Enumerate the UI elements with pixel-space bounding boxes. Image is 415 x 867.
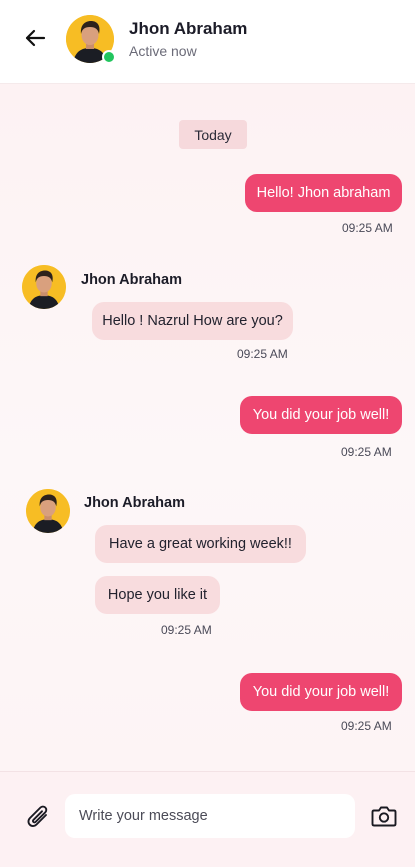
- sender-name: Jhon Abraham: [81, 272, 182, 288]
- person-avatar-icon: [22, 265, 66, 309]
- person-avatar-icon: [26, 489, 70, 533]
- avatar[interactable]: [26, 489, 70, 533]
- message-composer: [0, 771, 415, 867]
- avatar[interactable]: [22, 265, 66, 309]
- message-list[interactable]: Today Hello! Jhon abraham 09:25 AM Jhon …: [0, 83, 415, 771]
- message-time: 09:25 AM: [237, 347, 288, 361]
- incoming-message-bubble[interactable]: Hello ! Nazrul How are you?: [92, 302, 293, 340]
- incoming-message-bubble[interactable]: Hope you like it: [95, 576, 220, 614]
- message-time: 09:25 AM: [161, 623, 212, 637]
- contact-status: Active now: [129, 43, 197, 59]
- paperclip-icon[interactable]: [26, 802, 52, 832]
- message-time: 09:25 AM: [342, 221, 393, 235]
- outgoing-message-bubble[interactable]: Hello! Jhon abraham: [245, 174, 402, 212]
- date-separator: Today: [179, 120, 247, 149]
- chat-header: Jhon Abraham Active now: [0, 0, 415, 83]
- back-arrow-icon[interactable]: [22, 26, 48, 50]
- message-input[interactable]: [65, 794, 355, 838]
- message-time: 09:25 AM: [341, 445, 392, 459]
- outgoing-message-bubble[interactable]: You did your job well!: [240, 673, 402, 711]
- contact-name: Jhon Abraham: [129, 19, 248, 38]
- sender-name: Jhon Abraham: [84, 495, 185, 511]
- outgoing-message-bubble[interactable]: You did your job well!: [240, 396, 402, 434]
- message-time: 09:25 AM: [341, 719, 392, 733]
- online-status-dot: [102, 50, 116, 64]
- incoming-message-bubble[interactable]: Have a great working week!!: [95, 525, 306, 563]
- camera-icon[interactable]: [370, 802, 398, 830]
